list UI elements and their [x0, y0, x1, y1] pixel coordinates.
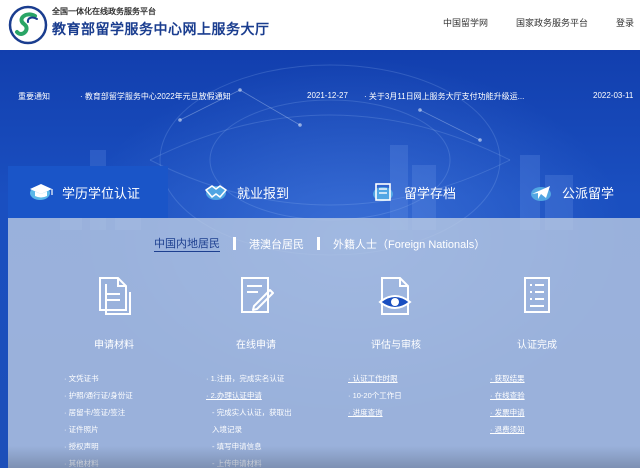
link-refund-notice[interactable]: · 退费须知 — [490, 421, 525, 438]
handshake-icon — [203, 179, 229, 205]
list-item: · 其他材料 — [64, 459, 99, 468]
tab-label: 就业报到 — [237, 185, 290, 201]
notice-item-1[interactable]: · 教育部留学服务中心2022年元旦放假通知 — [80, 91, 231, 102]
list-item: · 居留卡/签证/签注 — [64, 408, 126, 417]
list-item: · 证件照片 — [64, 425, 99, 434]
service-tabs: 学历学位认证 就业报到 留学存档 公派留学 — [8, 166, 640, 218]
step-evaluation-review[interactable]: 评估与审核 — [341, 274, 451, 351]
link-processing-time[interactable]: · 认证工作时限 — [348, 370, 402, 387]
tab-degree-certification[interactable]: 学历学位认证 — [8, 166, 168, 218]
notice-bar: 重要通知 · 教育部留学服务中心2022年元旦放假通知 2021-12-27 ·… — [0, 86, 640, 106]
tab-label: 学历学位认证 — [62, 185, 141, 201]
list-item[interactable]: · 2.办理认证申请 — [206, 387, 292, 404]
list-item: - 完成实人认证，获取出 — [212, 408, 292, 417]
category-foreign-nationals[interactable]: 外籍人士（Foreign Nationals） — [333, 236, 485, 252]
tab-study-abroad-archive[interactable]: 留学存档 — [370, 166, 490, 218]
category-divider — [233, 237, 236, 250]
tab-label: 留学存档 — [404, 185, 457, 201]
review-list: · 认证工作时限 · 10-20个工作日 · 进度查询 — [348, 370, 402, 421]
online-application-list: · 1.注册，完成实名认证 · 2.办理认证申请 - 完成实人认证，获取出 入境… — [206, 370, 292, 468]
link-invoice-request[interactable]: · 发票申请 — [490, 404, 525, 421]
list-item: · 授权声明 — [64, 442, 99, 451]
step-label: 在线申请 — [236, 340, 276, 351]
process-steps: 申请材料 在线申请 评估与审核 认证完成 — [8, 274, 640, 354]
graduation-cap-icon — [28, 179, 54, 205]
site-header: 全国一体化在线政务服务平台 教育部留学服务中心网上服务大厅 中国留学网 国家政务… — [0, 0, 640, 50]
step-online-application[interactable]: 在线申请 — [201, 274, 311, 351]
notice-label: 重要通知 — [18, 92, 50, 101]
platform-tagline: 全国一体化在线政务服务平台 — [52, 7, 156, 16]
list-item: 入境记录 — [212, 425, 242, 434]
step-certification-complete[interactable]: 认证完成 — [482, 274, 592, 351]
top-nav: 中国留学网 国家政务服务平台 登录 — [415, 16, 634, 29]
notice-date-1: 2021-12-27 — [307, 91, 348, 100]
completed-doc-icon — [524, 277, 550, 313]
step-label: 认证完成 — [517, 340, 557, 351]
list-item: · 护照/通行证/身份证 — [64, 391, 133, 400]
step-label: 评估与审核 — [371, 340, 421, 351]
documents-icon — [99, 277, 131, 315]
airplane-icon — [528, 179, 554, 205]
category-divider — [317, 237, 320, 250]
link-get-results[interactable]: · 获取结果 — [490, 370, 525, 387]
category-mainland-residents[interactable]: 中国内地居民 — [154, 235, 220, 252]
certification-panel: 中国内地居民 港澳台居民 外籍人士（Foreign Nationals） 申请材… — [8, 218, 640, 468]
review-eye-icon — [378, 277, 412, 315]
tab-employment-registration[interactable]: 就业报到 — [203, 166, 323, 218]
step-label: 申请材料 — [94, 340, 134, 351]
archive-box-icon — [370, 179, 396, 205]
nav-link-cscse[interactable]: 中国留学网 — [443, 16, 488, 29]
list-item: · 10-20个工作日 — [348, 391, 402, 400]
link-online-verification[interactable]: · 在线查验 — [490, 387, 525, 404]
materials-list: · 文凭证书 · 护照/通行证/身份证 · 居留卡/签证/签注 · 证件照片 ·… — [64, 370, 133, 468]
step-application-materials[interactable]: 申请材料 — [59, 274, 169, 351]
tab-label: 公派留学 — [562, 185, 615, 201]
nav-link-gov-platform[interactable]: 国家政务服务平台 — [516, 16, 588, 29]
list-item: · 文凭证书 — [64, 374, 99, 383]
applicant-category-switcher: 中国内地居民 港澳台居民 外籍人士（Foreign Nationals） — [154, 235, 485, 252]
list-item: · 1.注册，完成实名认证 — [206, 374, 285, 383]
login-link[interactable]: 登录 — [616, 16, 634, 29]
notice-item-2[interactable]: · 关于3月11日网上服务大厅支付功能升级运... — [364, 91, 538, 102]
list-item: - 上传申请材料 — [212, 459, 262, 468]
tab-government-sponsored-study[interactable]: 公派留学 — [528, 166, 640, 218]
category-hk-macao-taiwan[interactable]: 港澳台居民 — [249, 236, 304, 252]
edit-form-icon — [241, 277, 274, 313]
list-item: - 填写申请信息 — [212, 442, 262, 451]
completion-list: · 获取结果 · 在线查验 · 发票申请 · 退费须知 — [490, 370, 525, 438]
logo-icon[interactable] — [8, 5, 48, 45]
link-progress-query[interactable]: · 进度查询 — [348, 404, 402, 421]
site-title[interactable]: 教育部留学服务中心网上服务大厅 — [52, 19, 270, 39]
notice-date-2: 2022-03-11 — [593, 91, 634, 100]
